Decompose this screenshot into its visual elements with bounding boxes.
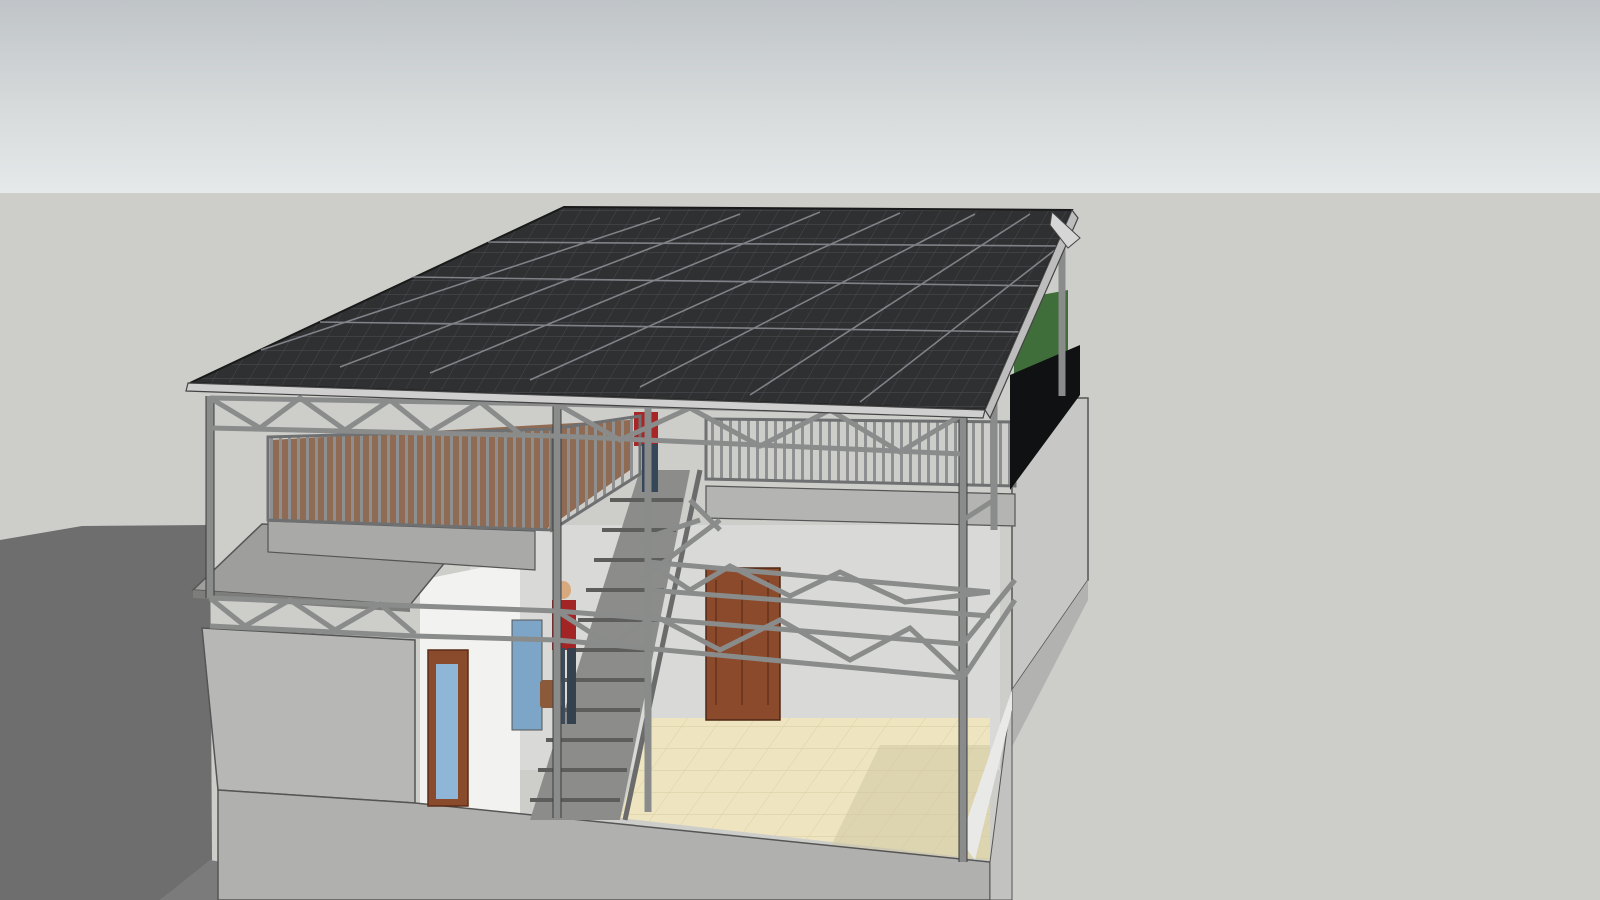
- front-left-wall: [201, 627, 416, 804]
- building-model[interactable]: [0, 0, 1600, 900]
- building-shadow: [0, 525, 212, 900]
- modeling-viewport[interactable]: [0, 0, 1600, 900]
- railing-left: [266, 427, 554, 532]
- solar-panel-roof[interactable]: [189, 205, 1074, 412]
- upper-floor-slab-right: [705, 485, 1016, 527]
- side-door-glass: [436, 664, 458, 799]
